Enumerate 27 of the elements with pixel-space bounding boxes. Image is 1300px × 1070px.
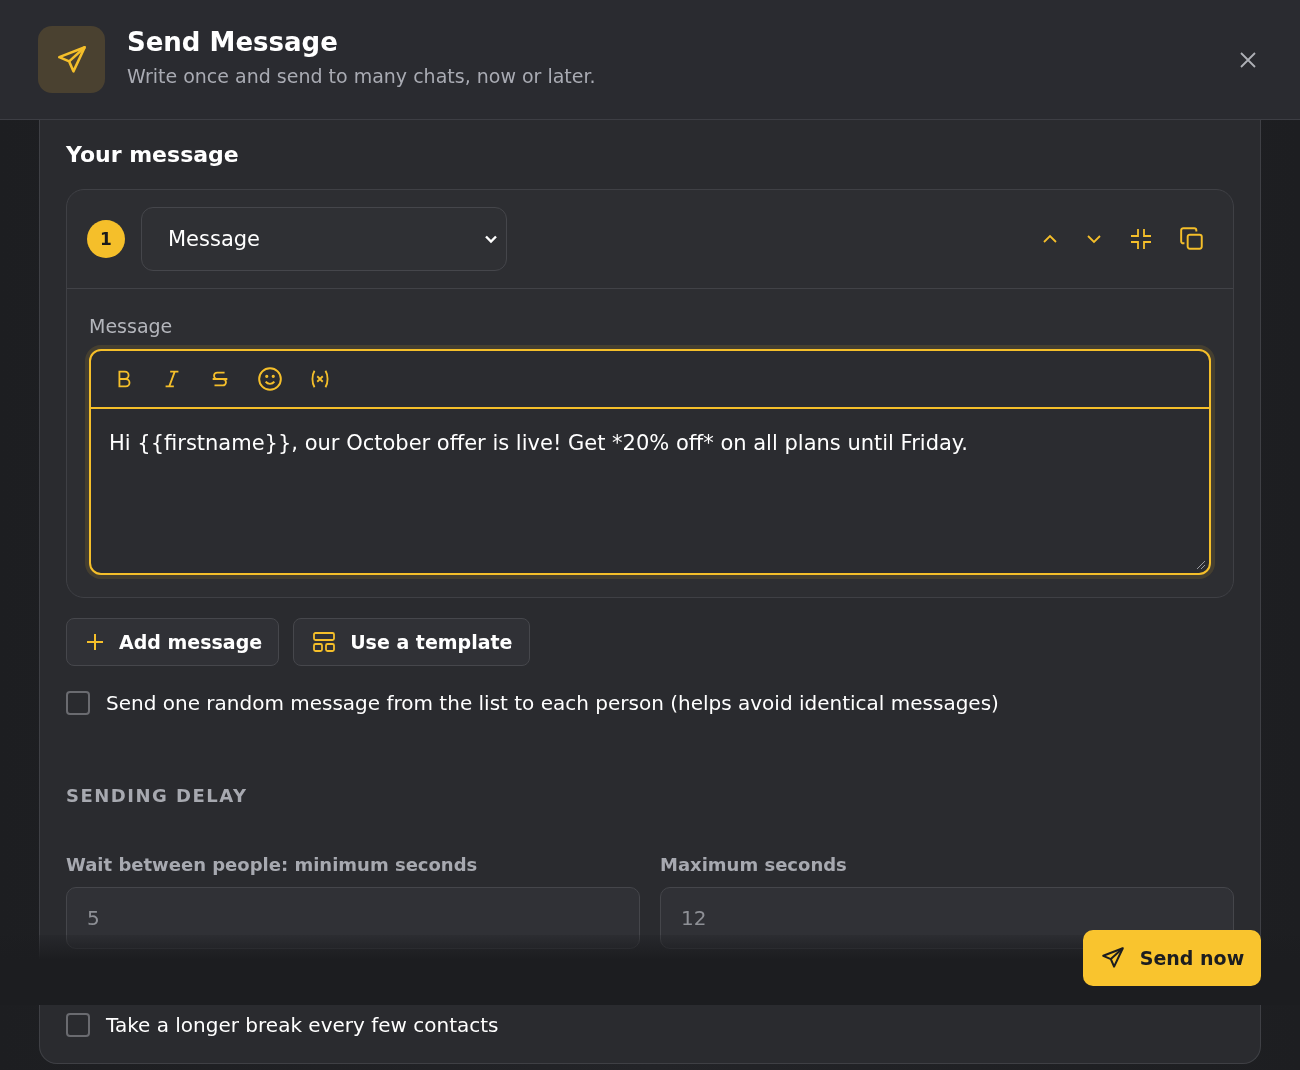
step-number: 1 — [87, 220, 125, 258]
paper-plane-icon — [38, 26, 105, 93]
plus-icon — [85, 632, 105, 652]
add-message-button[interactable]: Add message — [66, 618, 280, 666]
dialog-title: Send Message — [127, 26, 339, 57]
section-title: Your message — [66, 142, 240, 167]
message-text: Hi {{firstname}}, our October offer is live! Get *20% off* on all plans until Friday. — [108, 430, 969, 457]
field-label: Maximum seconds — [660, 854, 848, 875]
collapse-icon[interactable] — [1129, 227, 1153, 251]
message-editor[interactable]: Hi {{firstname}}, our October offer is live! Get *20% off* on all plans until Friday. — [89, 349, 1211, 575]
checkbox-label: Send one random message from the list to each person (helps avoid identical messages) — [106, 691, 999, 715]
variable-icon[interactable] — [309, 368, 331, 390]
type-select[interactable]: Message — [141, 207, 507, 271]
checkbox[interactable] — [66, 691, 90, 715]
dialog-subtitle: Write once and send to many chats, now or later. — [127, 64, 597, 87]
paper-plane-icon — [1099, 945, 1126, 971]
resize-handle-icon[interactable] — [1196, 560, 1206, 570]
checkbox-label: Take a longer break every few contacts — [106, 1013, 499, 1037]
field-label: Message — [89, 315, 174, 337]
template-button[interactable]: Use a template — [293, 618, 530, 666]
section-heading: SENDING DELAY — [66, 785, 249, 806]
checkbox[interactable] — [66, 1013, 90, 1037]
emoji-icon[interactable] — [257, 366, 283, 392]
copy-icon[interactable] — [1179, 226, 1205, 252]
layout-icon — [312, 630, 337, 654]
send-button[interactable]: Send now — [1083, 930, 1261, 986]
field-label: Wait between people: minimum seconds — [66, 854, 479, 875]
